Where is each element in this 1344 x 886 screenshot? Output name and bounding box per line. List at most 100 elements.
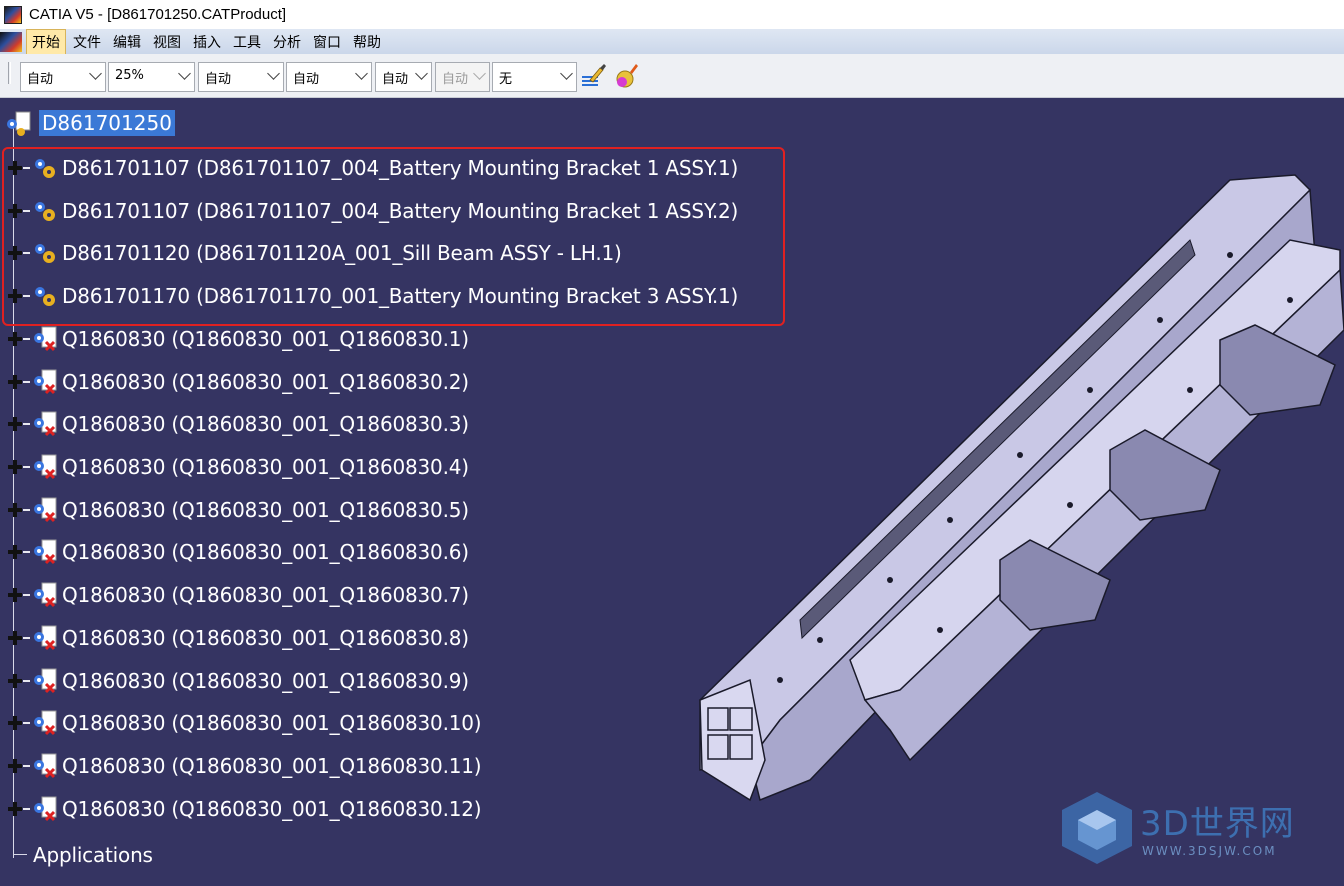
tree-node-label: Q1860830 (Q1860830_001_Q1860830.2) [62,370,469,394]
tree-node-label: Q1860830 (Q1860830_001_Q1860830.4) [62,455,469,479]
menu-file[interactable]: 文件 [68,30,106,54]
expand-plus-icon[interactable] [8,674,22,688]
tree-node-label: Q1860830 (Q1860830_001_Q1860830.6) [62,540,469,564]
tree-branch [23,381,30,383]
tree-node[interactable]: Q1860830 (Q1860830_001_Q1860830.6) [0,537,469,567]
tree-node-label: Q1860830 (Q1860830_001_Q1860830.5) [62,498,469,522]
menu-help[interactable]: 帮助 [348,30,386,54]
tree-node[interactable]: Q1860830 (Q1860830_001_Q1860830.7) [0,580,469,610]
chevron-down-icon [415,67,428,80]
paint-brush-icon[interactable] [580,62,606,90]
part-document-icon [32,539,58,565]
part-document-icon [32,625,58,651]
menu-window[interactable]: 窗口 [308,30,346,54]
watermark-url: WWW.3DSJW.COM [1142,844,1277,858]
tree-branch [23,466,30,468]
tree-branch [23,808,30,810]
cube-logo-icon [1062,792,1132,864]
window-title: CATIA V5 - [D861701250.CATProduct] [29,6,287,23]
tree-branch [23,338,30,340]
line-weight-combo[interactable]: 自动 [375,62,432,92]
tree-node-label: Q1860830 (Q1860830_001_Q1860830.10) [62,711,482,735]
tree-node[interactable]: Q1860830 (Q1860830_001_Q1860830.10) [0,708,482,738]
menu-bar: 开始 文件 编辑 视图 插入 工具 分析 窗口 帮助 [0,28,1344,55]
watermark-brand: 3D世界网 [1140,804,1295,844]
chevron-down-icon [267,67,280,80]
tree-node[interactable]: Q1860830 (Q1860830_001_Q1860830.1) [0,324,469,354]
tree-node-label: Q1860830 (Q1860830_001_Q1860830.9) [62,669,469,693]
tree-node[interactable]: Q1860830 (Q1860830_001_Q1860830.2) [0,367,469,397]
graphic-properties-toolbar: 自动 25% 自动 自动 自动 自动 无 [0,54,1344,98]
part-document-icon [32,668,58,694]
tree-node-label: Q1860830 (Q1860830_001_Q1860830.1) [62,327,469,351]
tree-root-node[interactable]: D861701250 [4,108,175,138]
tree-root-label[interactable]: D861701250 [39,110,175,136]
part-document-icon [32,497,58,523]
expand-plus-icon[interactable] [8,503,22,517]
title-bar: CATIA V5 - [D861701250.CATProduct] [0,0,1344,29]
part-document-icon [32,326,58,352]
layer-combo[interactable]: 无 [492,62,577,92]
tree-node[interactable]: Q1860830 (Q1860830_001_Q1860830.5) [0,495,469,525]
apply-material-icon[interactable] [614,62,640,90]
chevron-down-icon [355,67,368,80]
tree-node-label: Q1860830 (Q1860830_001_Q1860830.3) [62,412,469,436]
tree-node-label: Q1860830 (Q1860830_001_Q1860830.12) [62,797,482,821]
part-document-icon [32,796,58,822]
part-document-icon [32,582,58,608]
expand-plus-icon[interactable] [8,716,22,730]
menu-edit[interactable]: 编辑 [108,30,146,54]
tree-branch [23,551,30,553]
part-document-icon [32,454,58,480]
tree-node-label: Q1860830 (Q1860830_001_Q1860830.7) [62,583,469,607]
expand-plus-icon[interactable] [8,460,22,474]
fill-color-combo[interactable]: 自动 [20,62,106,92]
tree-node[interactable]: Q1860830 (Q1860830_001_Q1860830.12) [0,794,482,824]
tree-node[interactable]: Q1860830 (Q1860830_001_Q1860830.9) [0,666,469,696]
menu-analyze[interactable]: 分析 [268,30,306,54]
part-document-icon [32,411,58,437]
expand-plus-icon[interactable] [8,417,22,431]
chevron-down-icon [89,67,102,80]
chevron-down-icon [560,67,573,80]
menu-view[interactable]: 视图 [148,30,186,54]
chevron-down-icon [473,67,486,80]
line-color-combo[interactable]: 自动 [198,62,284,92]
chevron-down-icon [178,67,191,80]
tree-node[interactable]: Q1860830 (Q1860830_001_Q1860830.8) [0,623,469,653]
expand-plus-icon[interactable] [8,802,22,816]
menu-start[interactable]: 开始 [26,28,66,55]
tree-node-label: Q1860830 (Q1860830_001_Q1860830.8) [62,626,469,650]
tree-branch [23,722,30,724]
transparency-combo[interactable]: 25% [108,62,195,92]
line-type-combo[interactable]: 自动 [286,62,372,92]
expand-plus-icon[interactable] [8,545,22,559]
product-icon [4,110,31,136]
tree-node[interactable]: Q1860830 (Q1860830_001_Q1860830.11) [0,751,482,781]
expand-plus-icon[interactable] [8,759,22,773]
tree-node[interactable]: Q1860830 (Q1860830_001_Q1860830.4) [0,452,469,482]
applications-label: Applications [33,843,153,867]
expand-plus-icon[interactable] [8,631,22,645]
expand-plus-icon[interactable] [8,375,22,389]
tree-branch [23,509,30,511]
point-symbol-combo: 自动 [435,62,490,92]
tree-node[interactable]: Q1860830 (Q1860830_001_Q1860830.3) [0,409,469,439]
toolbar-grip[interactable] [8,62,11,84]
tree-branch [23,594,30,596]
tree-branch [23,765,30,767]
catia-menu-icon[interactable] [0,31,22,52]
watermark: 3D世界网 WWW.3DSJW.COM [1060,790,1344,870]
part-document-icon [32,710,58,736]
3d-model-viewport[interactable] [690,160,1344,810]
tree-node-label: Q1860830 (Q1860830_001_Q1860830.11) [62,754,482,778]
menu-tools[interactable]: 工具 [228,30,266,54]
expand-plus-icon[interactable] [8,588,22,602]
tree-branch [23,637,30,639]
tree-applications-node[interactable]: Applications [13,840,153,870]
tree-branch [23,680,30,682]
catia-app-icon [4,5,22,24]
part-document-icon [32,753,58,779]
expand-plus-icon[interactable] [8,332,22,346]
menu-insert[interactable]: 插入 [188,30,226,54]
